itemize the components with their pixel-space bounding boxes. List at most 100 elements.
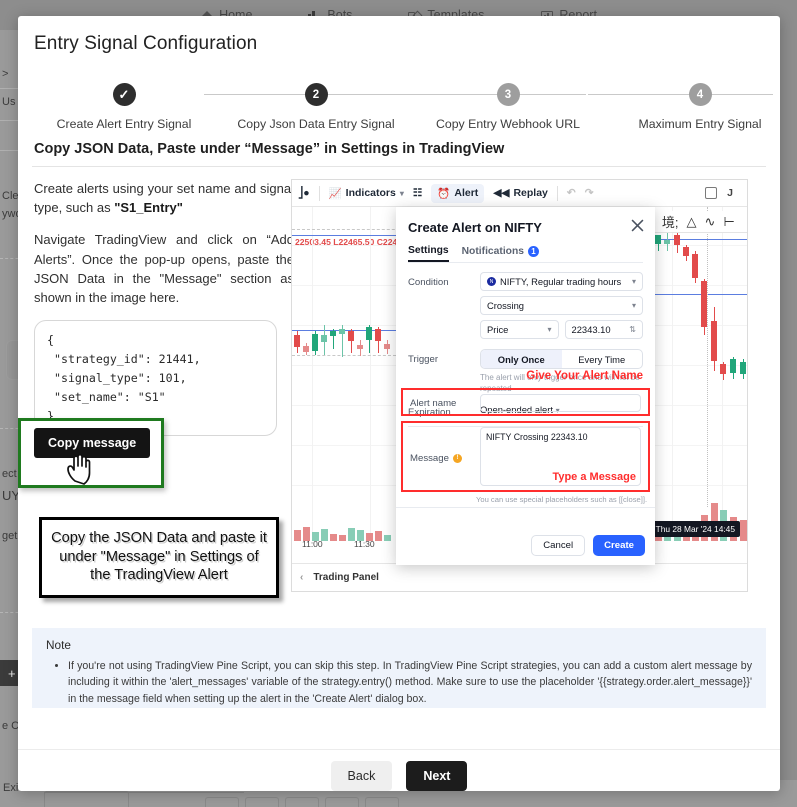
warning-icon: ! (453, 454, 462, 463)
condition-operator-select[interactable]: Crossing ▾ (480, 296, 643, 315)
alert-name-input[interactable] (480, 394, 641, 412)
layout-grid-icon[interactable]: ☷ (413, 187, 422, 199)
stepper: ✓ Create Alert Entry Signal 2 Copy Json … (32, 83, 766, 139)
bg-fragment: ect (2, 468, 17, 480)
instructions-column: Create alerts using your set name and si… (34, 179, 294, 436)
alert-button[interactable]: ⏰ Alert (431, 184, 484, 203)
copy-message-highlight: Copy message (18, 418, 164, 488)
triangle-icon[interactable]: △ (687, 214, 697, 230)
condition-row: Condition N NIFTY, Regular trading hours… (396, 272, 655, 339)
bg-fragment: e C (2, 720, 19, 732)
alert-name-label: Alert name (410, 394, 480, 412)
bg-chip[interactable] (325, 797, 359, 807)
curve-icon[interactable]: 境; (662, 212, 679, 231)
step-2-label: Copy Json Data Entry Signal (236, 117, 396, 131)
step-connector (588, 94, 773, 95)
condition-symbol-select[interactable]: N NIFTY, Regular trading hours ▾ (480, 272, 643, 291)
chevron-down-icon: ▾ (547, 325, 551, 334)
step-3-indicator: 3 (497, 83, 520, 106)
dialog-tabs: Settings Notifications 1 (396, 235, 655, 262)
tab-settings[interactable]: Settings (408, 245, 449, 262)
measure-icon[interactable]: ⊢ (723, 214, 734, 230)
cancel-button[interactable]: Cancel (531, 535, 585, 556)
step-1-indicator: ✓ (113, 83, 136, 106)
condition-source-value: Price (487, 324, 508, 335)
trigger-only-once[interactable]: Only Once (481, 350, 562, 368)
placeholder-help-text: You can use special placeholders such as… (476, 495, 647, 504)
modal-body: Create alerts using your set name and si… (18, 179, 780, 609)
modal-footer: Back Next (18, 761, 780, 791)
condition-source-select[interactable]: Price ▾ (480, 320, 559, 339)
tradingview-toolbar: ⎦● 📈 Indicators ▾ ☷ ⏰ Alert ◀◀ Replay ↶ (292, 180, 747, 207)
trigger-row: Trigger Only Once Every Time (396, 349, 655, 369)
exit-time-field[interactable] (44, 791, 129, 807)
trigger-every-time[interactable]: Every Time (562, 350, 643, 368)
step-1-label: Create Alert Entry Signal (44, 117, 204, 131)
indicators-label: Indicators (346, 187, 396, 199)
bg-chip[interactable] (365, 797, 399, 807)
wave-icon[interactable]: ∿ (705, 214, 716, 230)
note-list-item: If you're not using TradingView Pine Scr… (68, 658, 752, 707)
instruction-callout: Copy the JSON Data and paste it under "M… (39, 517, 279, 598)
bg-chip[interactable] (285, 797, 319, 807)
hand-cursor-icon (64, 451, 94, 485)
bg-fragment: get (2, 530, 17, 542)
note-list: If you're not using TradingView Pine Scr… (46, 658, 752, 707)
toolbar-checkbox[interactable] (705, 187, 717, 199)
tab-notifications[interactable]: Notifications 1 (462, 245, 539, 262)
indicators-icon: 📈 (329, 187, 342, 200)
step-3[interactable]: 3 Copy Entry Webhook URL (428, 83, 588, 131)
annotation-give-alert-name: Give Your Alert Name (526, 370, 643, 382)
instruction-paragraph-2: Navigate TradingView and click on “Add A… (34, 230, 294, 307)
candles-icon[interactable]: ⎦● (298, 187, 310, 199)
tradingview-screenshot: ⎦● 📈 Indicators ▾ ☷ ⏰ Alert ◀◀ Replay ↶ (291, 179, 748, 592)
bg-fragment: Cle (2, 190, 19, 202)
condition-operator-value: Crossing (487, 300, 524, 311)
alert-name-highlight: Alert name (401, 388, 650, 416)
step-3-label: Copy Entry Webhook URL (428, 117, 588, 131)
step-2[interactable]: 2 Copy Json Data Entry Signal (236, 83, 396, 131)
dialog-divider (396, 507, 655, 508)
footer-divider (18, 749, 780, 750)
condition-symbol-value: NIFTY, Regular trading hours (500, 276, 621, 287)
bg-chip[interactable] (245, 797, 279, 807)
note-panel: Note If you're not using TradingView Pin… (32, 628, 766, 708)
message-textarea[interactable]: NIFTY Crossing 22343.10 Type a Message (480, 427, 641, 486)
note-title: Note (46, 638, 752, 652)
alert-label: Alert (454, 187, 478, 199)
alarm-clock-icon: ⏰ (437, 187, 450, 200)
back-button[interactable]: Back (331, 761, 393, 791)
step-4[interactable]: 4 Maximum Entry Signal (620, 83, 780, 131)
dialog-title: Create Alert on NIFTY (396, 207, 655, 235)
step-2-indicator: 2 (305, 83, 328, 106)
condition-value-input[interactable]: 22343.10 ⇅ (565, 320, 644, 339)
close-icon[interactable] (631, 219, 644, 232)
time-label: 11:00 (302, 539, 323, 549)
message-value: NIFTY Crossing 22343.10 (486, 432, 588, 442)
step-connector (396, 94, 586, 95)
replay-button[interactable]: ◀◀ Replay (493, 187, 548, 199)
next-button[interactable]: Next (406, 761, 467, 791)
current-date-tag: Thu 28 Mar '24 14:45 (651, 521, 740, 537)
bg-chip[interactable] (205, 797, 239, 807)
chevron-icon: ‹ (300, 572, 303, 583)
create-button[interactable]: Create (593, 535, 645, 556)
indicators-button[interactable]: 📈 Indicators ▾ (329, 187, 404, 200)
stepper-icon[interactable]: ⇅ (629, 325, 636, 334)
step-4-indicator: 4 (689, 83, 712, 106)
step-1[interactable]: ✓ Create Alert Entry Signal (44, 83, 204, 131)
trading-panel-footer[interactable]: ‹ Trading Panel (292, 563, 748, 591)
undo-icon[interactable]: ↶ (567, 187, 576, 199)
redo-icon[interactable]: ↷ (585, 187, 594, 199)
page-title: Entry Signal Configuration (18, 16, 780, 55)
condition-label: Condition (408, 272, 480, 339)
message-label: Message ! (410, 427, 480, 486)
chevron-down-icon: ▾ (632, 277, 636, 286)
tab-notifications-label: Notifications (462, 246, 524, 257)
trigger-toggle[interactable]: Only Once Every Time (480, 349, 643, 369)
trigger-label: Trigger (408, 349, 480, 369)
dialog-actions: Cancel Create (531, 535, 645, 556)
notifications-badge: 1 (528, 246, 539, 257)
dialog-divider (408, 262, 643, 263)
annotation-type-a-message: Type a Message (552, 471, 636, 483)
